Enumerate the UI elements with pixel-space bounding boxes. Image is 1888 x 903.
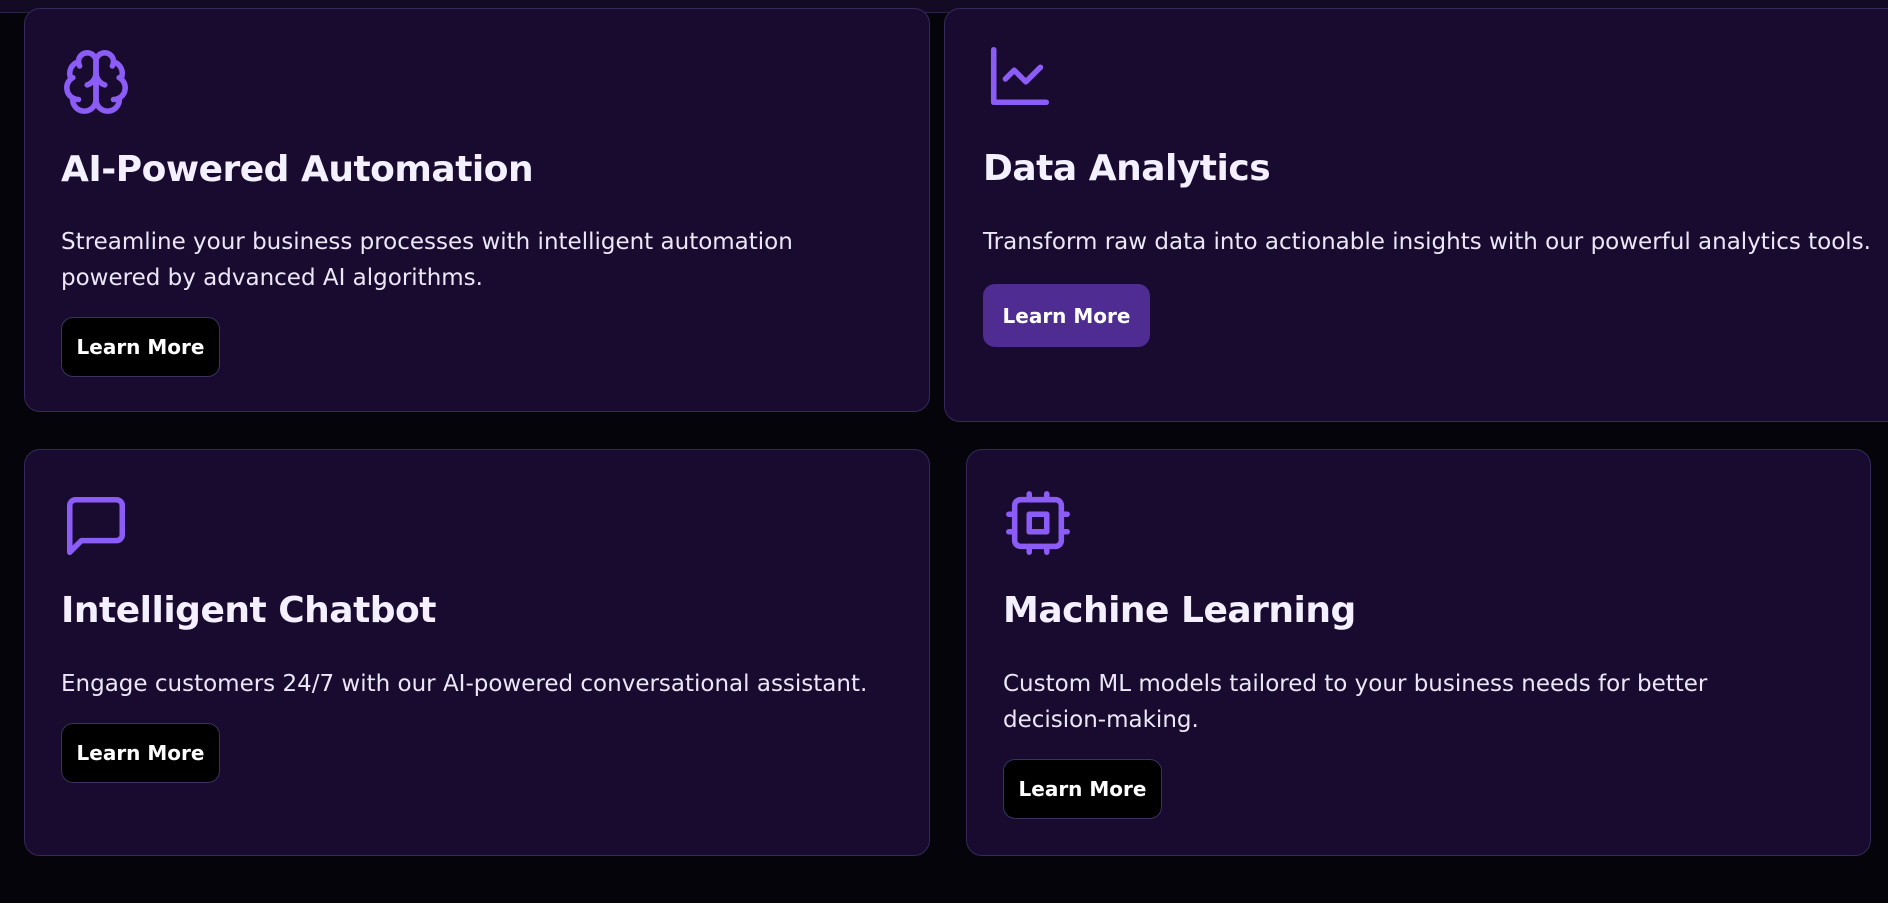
feature-card-intelligent-chatbot: Intelligent Chatbot Engage customers 24/… bbox=[24, 449, 930, 856]
card-title: Machine Learning bbox=[1003, 590, 1356, 631]
feature-card-machine-learning: Machine Learning Custom ML models tailor… bbox=[966, 449, 1871, 856]
learn-more-button[interactable]: Learn More bbox=[983, 284, 1150, 347]
card-description: Transform raw data into actionable insig… bbox=[983, 229, 1871, 255]
cpu-chip-icon bbox=[1003, 488, 1073, 558]
message-square-icon bbox=[61, 491, 131, 561]
learn-more-button[interactable]: Learn More bbox=[61, 723, 220, 783]
card-description: Streamline your business processes with … bbox=[61, 229, 793, 291]
line-chart-icon bbox=[985, 41, 1055, 111]
card-description: Engage customers 24/7 with our AI-powere… bbox=[61, 671, 868, 697]
feature-card-ai-automation: AI-Powered Automation Streamline your bu… bbox=[24, 8, 930, 412]
card-title: AI-Powered Automation bbox=[61, 149, 534, 190]
learn-more-button[interactable]: Learn More bbox=[1003, 759, 1162, 819]
card-description: Custom ML models tailored to your busine… bbox=[1003, 671, 1708, 733]
brain-icon bbox=[61, 47, 131, 117]
learn-more-button[interactable]: Learn More bbox=[61, 317, 220, 377]
card-title: Data Analytics bbox=[983, 148, 1271, 189]
feature-card-data-analytics: Data Analytics Transform raw data into a… bbox=[944, 8, 1888, 422]
card-title: Intelligent Chatbot bbox=[61, 590, 437, 631]
